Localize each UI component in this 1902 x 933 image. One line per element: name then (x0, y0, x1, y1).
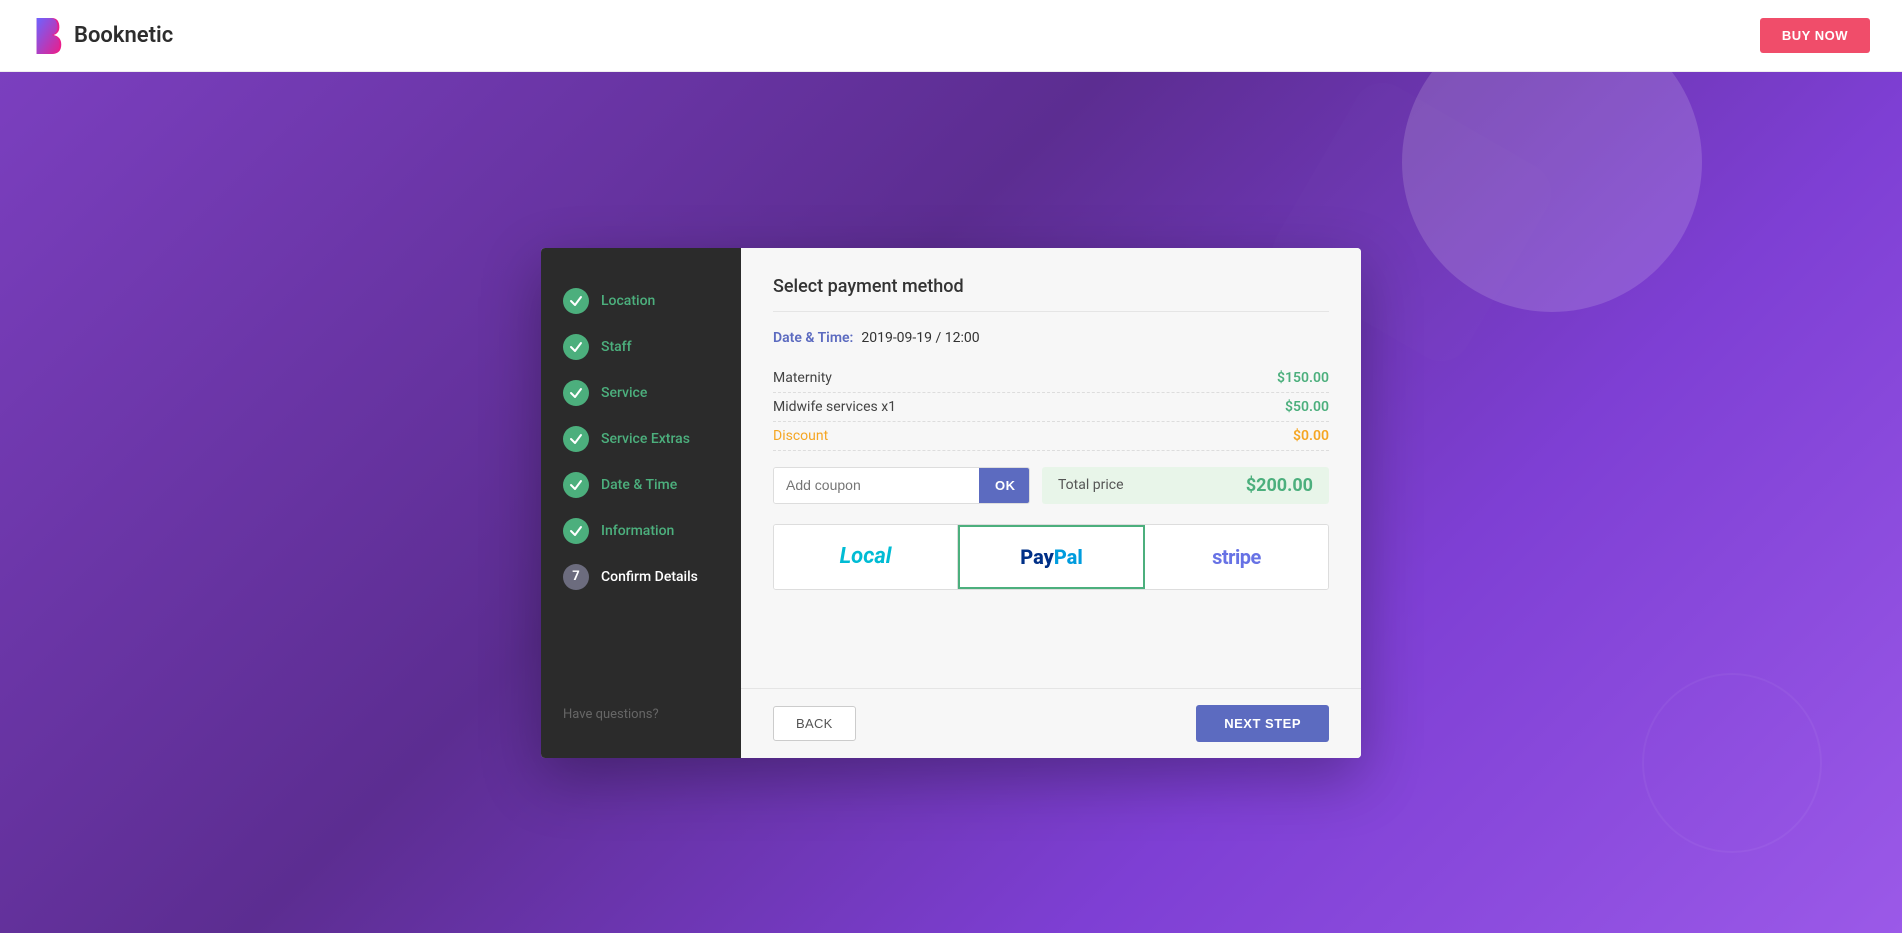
step-icon-confirm-details: 7 (563, 564, 589, 590)
booking-card: Location Staff Service (541, 248, 1361, 758)
total-amount: $200.00 (1246, 475, 1313, 496)
price-row-maternity: Maternity $150.00 (773, 364, 1329, 393)
step-icon-location (563, 288, 589, 314)
sidebar-item-service-extras[interactable]: Service Extras (541, 416, 741, 462)
booking-sidebar: Location Staff Service (541, 248, 741, 758)
price-item-name-2: Discount (773, 428, 828, 444)
content-footer: BACK NEXT STEP (741, 688, 1361, 758)
next-step-button[interactable]: NEXT STEP (1196, 705, 1329, 742)
datetime-value: 2019-09-19 / 12:00 (861, 330, 979, 346)
main-content-area: Select payment method Date & Time: 2019-… (741, 248, 1361, 758)
step-label-date-time: Date & Time (601, 477, 677, 493)
price-item-amount-2: $0.00 (1293, 428, 1329, 444)
price-list: Maternity $150.00 Midwife services x1 $5… (773, 364, 1329, 451)
step-icon-information (563, 518, 589, 544)
content-inner: Select payment method Date & Time: 2019-… (741, 248, 1361, 688)
logo-area: Booknetic (32, 18, 173, 54)
sidebar-item-service[interactable]: Service (541, 370, 741, 416)
coupon-input[interactable] (774, 468, 979, 503)
price-item-amount-1: $50.00 (1285, 399, 1329, 415)
sidebar-steps-list: Location Staff Service (541, 278, 741, 691)
sidebar-item-information[interactable]: Information (541, 508, 741, 554)
price-row-midwife: Midwife services x1 $50.00 (773, 393, 1329, 422)
sidebar-item-confirm-details[interactable]: 7 Confirm Details (541, 554, 741, 600)
step-icon-date-time (563, 472, 589, 498)
top-navigation: Booknetic BUY NOW (0, 0, 1902, 72)
sidebar-item-location[interactable]: Location (541, 278, 741, 324)
price-item-name-0: Maternity (773, 370, 832, 386)
datetime-row: Date & Time: 2019-09-19 / 12:00 (773, 330, 1329, 346)
step-icon-service (563, 380, 589, 406)
back-button[interactable]: BACK (773, 706, 856, 741)
step-label-confirm-details: Confirm Details (601, 569, 698, 585)
total-label: Total price (1058, 477, 1124, 493)
sidebar-item-date-time[interactable]: Date & Time (541, 462, 741, 508)
price-item-amount-0: $150.00 (1277, 370, 1329, 386)
bg-decoration-2 (1642, 673, 1822, 853)
payment-methods: Local PayPal stripe (773, 524, 1329, 590)
step-label-location: Location (601, 293, 655, 309)
step-label-staff: Staff (601, 339, 632, 355)
logo-text: Booknetic (74, 23, 173, 48)
step-label-service-extras: Service Extras (601, 431, 690, 447)
coupon-total-row: OK Total price $200.00 (773, 467, 1329, 504)
payment-stripe-label: stripe (1212, 545, 1261, 569)
booknetic-logo-icon (32, 18, 64, 54)
step-label-information: Information (601, 523, 674, 539)
coupon-area: OK (773, 467, 1030, 504)
buy-now-button[interactable]: BUY NOW (1760, 18, 1870, 53)
payment-method-stripe[interactable]: stripe (1145, 525, 1328, 589)
section-title: Select payment method (773, 276, 1329, 312)
price-item-name-1: Midwife services x1 (773, 399, 896, 415)
payment-local-label: Local (840, 544, 892, 569)
step-label-service: Service (601, 385, 647, 401)
price-row-discount: Discount $0.00 (773, 422, 1329, 451)
total-price-area: Total price $200.00 (1042, 467, 1329, 504)
main-background: Location Staff Service (0, 72, 1902, 933)
coupon-ok-button[interactable]: OK (979, 468, 1030, 503)
payment-method-local[interactable]: Local (774, 525, 958, 589)
payment-method-paypal[interactable]: PayPal (958, 525, 1145, 589)
step-icon-service-extras (563, 426, 589, 452)
step-icon-staff (563, 334, 589, 360)
datetime-label: Date & Time: (773, 330, 853, 346)
payment-paypal-label: PayPal (1020, 545, 1083, 569)
sidebar-item-staff[interactable]: Staff (541, 324, 741, 370)
sidebar-footer: Have questions? (541, 691, 741, 738)
